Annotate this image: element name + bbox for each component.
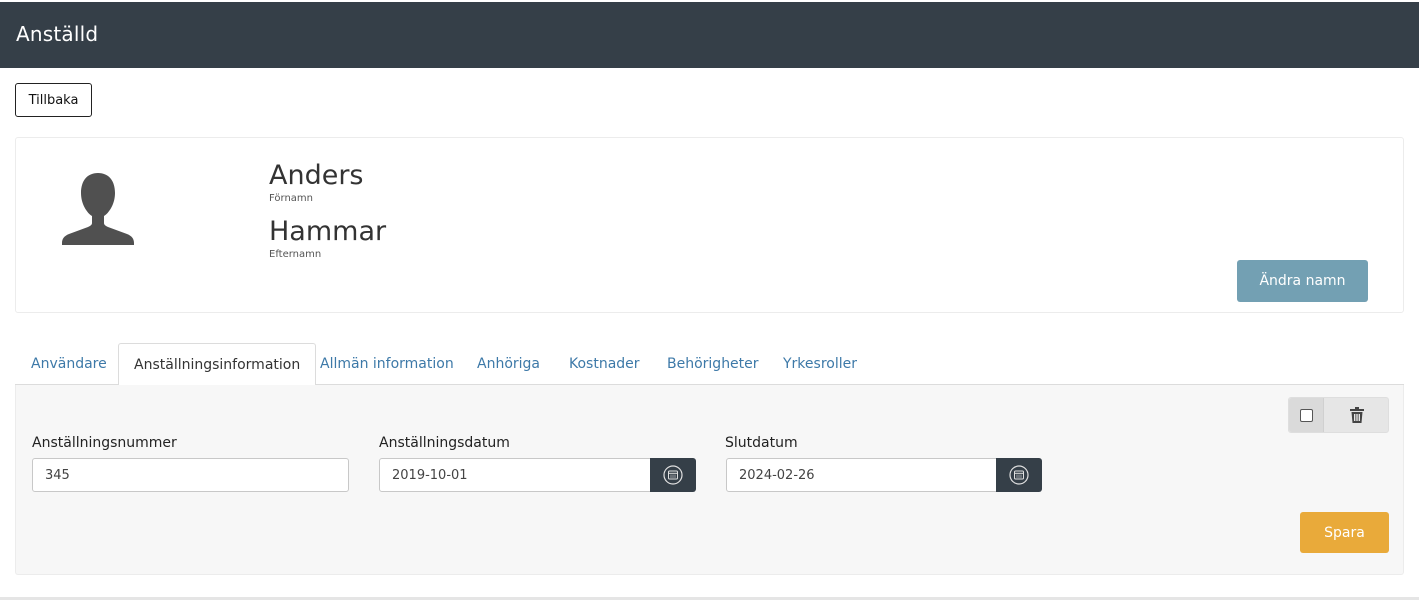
trash-icon (1350, 407, 1364, 423)
tab-allman-information[interactable]: Allmän information (320, 343, 454, 385)
calendar-icon (1009, 465, 1029, 485)
employment-info-panel: Anställningsnummer Anställningsdatum Slu… (15, 385, 1404, 575)
profile-card: Anders Förnamn Hammar Efternamn Ändra na… (15, 137, 1404, 313)
tab-behorigheter[interactable]: Behörigheter (667, 343, 759, 385)
last-name-label: Efternamn (269, 249, 322, 260)
tab-yrkesroller[interactable]: Yrkesroller (783, 343, 857, 385)
start-date-input[interactable] (379, 458, 651, 492)
checkbox-box (1300, 409, 1313, 422)
delete-button[interactable] (1325, 398, 1389, 432)
start-date-picker-button[interactable] (650, 458, 696, 492)
user-silhouette-icon (62, 173, 134, 245)
employee-number-label: Anställningsnummer (32, 435, 177, 451)
end-date-picker-button[interactable] (996, 458, 1042, 492)
tab-bar: Användare Anställningsinformation Allmän… (15, 343, 1404, 386)
rename-button[interactable]: Ändra namn (1237, 260, 1368, 302)
row-action-group (1288, 397, 1389, 433)
last-name-value: Hammar (269, 216, 387, 247)
page-header: Anställd (0, 0, 1419, 68)
calendar-icon (663, 465, 683, 485)
employee-number-input[interactable] (32, 458, 349, 492)
first-name-label: Förnamn (269, 193, 313, 204)
start-date-label: Anställningsdatum (379, 435, 510, 451)
tab-kostnader[interactable]: Kostnader (569, 343, 640, 385)
save-button[interactable]: Spara (1300, 512, 1389, 553)
tab-anstallningsinformation[interactable]: Anställningsinformation (118, 343, 317, 386)
page-title: Anställd (16, 22, 99, 46)
tab-anvandare[interactable]: Användare (31, 343, 107, 385)
tab-anhoriga[interactable]: Anhöriga (477, 343, 540, 385)
select-checkbox[interactable] (1289, 398, 1324, 432)
back-button[interactable]: Tillbaka (15, 83, 92, 117)
first-name-value: Anders (269, 160, 364, 191)
end-date-input[interactable] (726, 458, 997, 492)
end-date-label: Slutdatum (725, 435, 798, 451)
